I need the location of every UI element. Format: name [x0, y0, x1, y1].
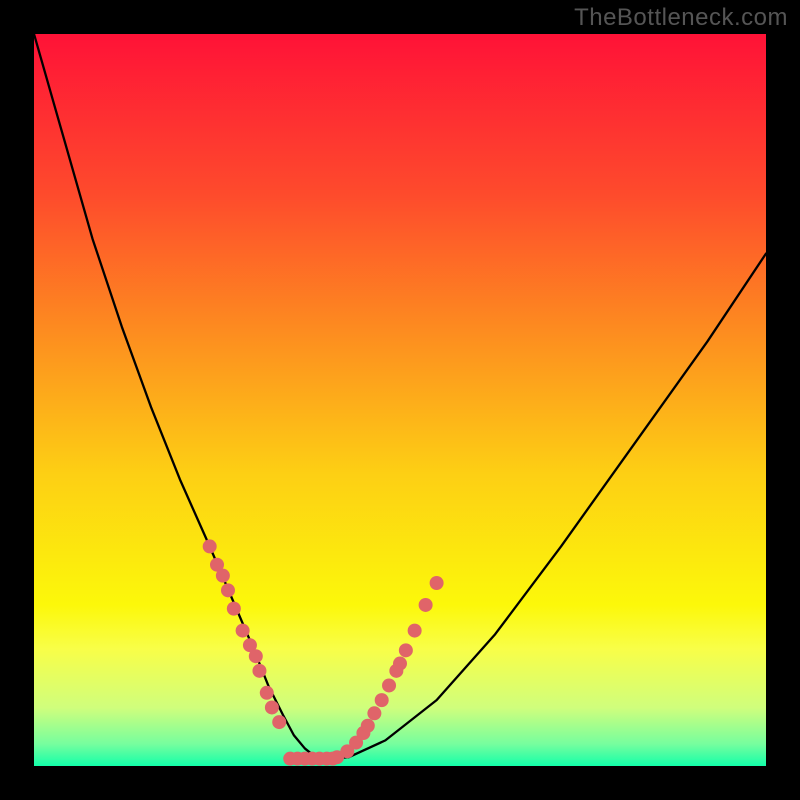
sample-point — [399, 643, 413, 657]
sample-point — [216, 569, 230, 583]
sample-point — [260, 686, 274, 700]
sample-point — [252, 664, 266, 678]
sample-point — [221, 583, 235, 597]
sample-point — [408, 624, 422, 638]
plot-area — [34, 34, 766, 766]
sample-point — [382, 678, 396, 692]
sample-point — [249, 649, 263, 663]
watermark-text: TheBottleneck.com — [574, 4, 788, 32]
sample-point — [265, 700, 279, 714]
sample-point — [393, 657, 407, 671]
chart-frame: TheBottleneck.com — [0, 0, 800, 800]
sample-point — [227, 602, 241, 616]
sample-point — [375, 693, 389, 707]
sample-point — [361, 719, 375, 733]
sample-point — [272, 715, 286, 729]
sample-point — [419, 598, 433, 612]
chart-svg — [34, 34, 766, 766]
chart-background — [34, 34, 766, 766]
sample-point — [367, 706, 381, 720]
sample-point — [430, 576, 444, 590]
sample-point — [203, 539, 217, 553]
sample-point — [236, 624, 250, 638]
